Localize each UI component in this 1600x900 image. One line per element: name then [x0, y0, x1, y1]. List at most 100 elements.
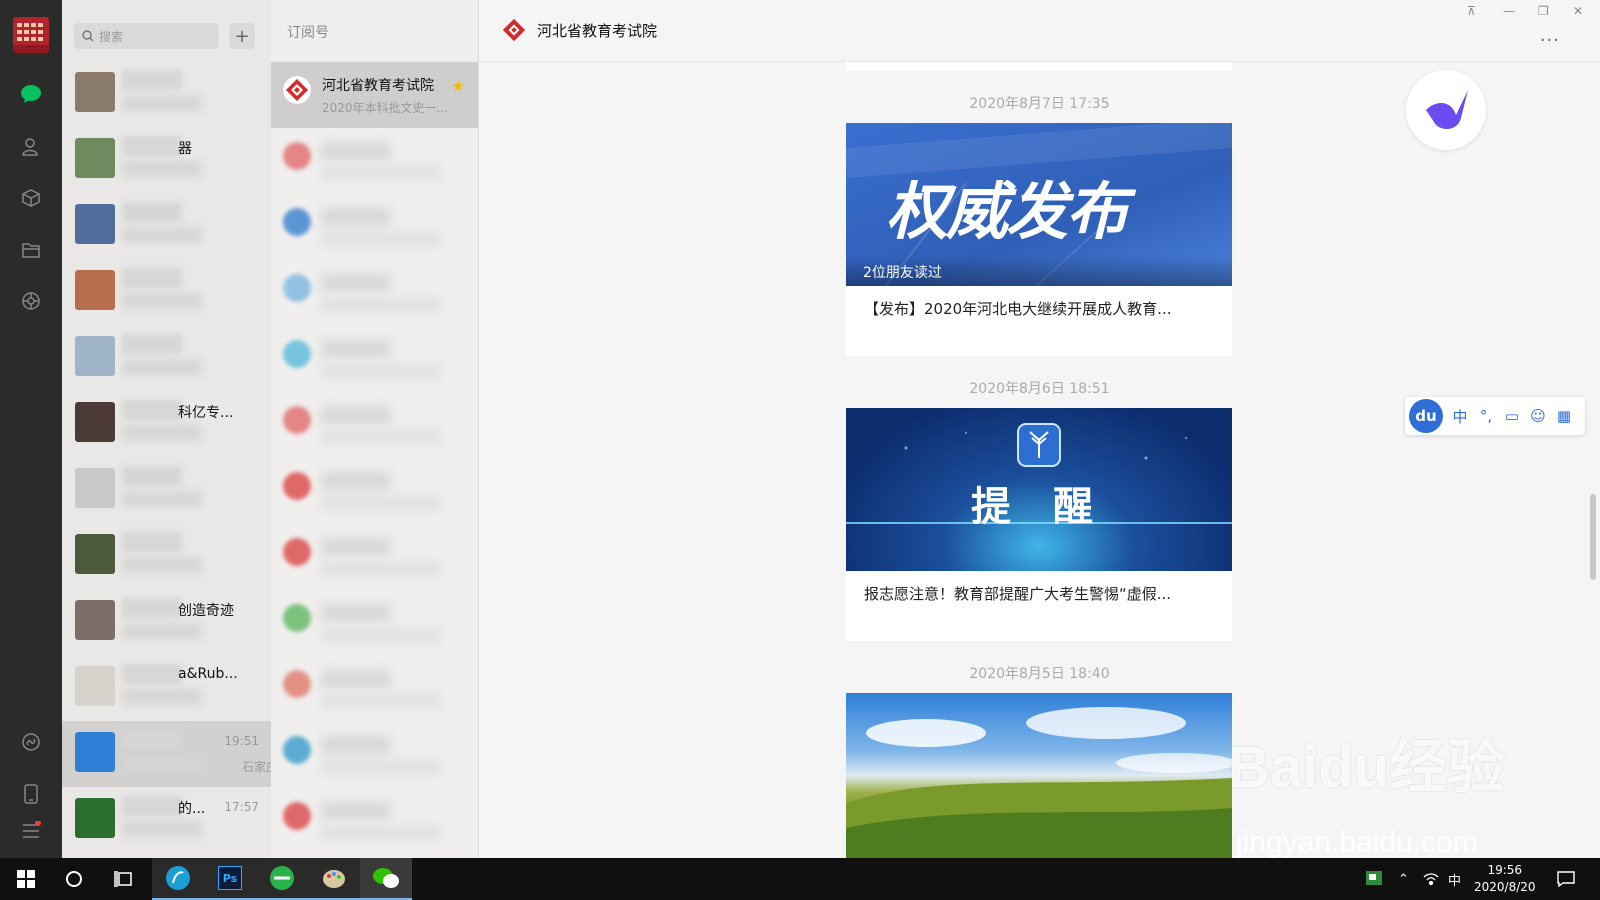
chat-list-item[interactable]	[62, 61, 271, 127]
menu-icon[interactable]	[19, 818, 43, 842]
subscription-item[interactable]	[271, 722, 478, 788]
article-banner-landscape	[846, 693, 1232, 858]
moments-icon[interactable]	[19, 289, 43, 313]
keyboard-button[interactable]: ▭	[1503, 407, 1521, 425]
redacted-name	[122, 136, 182, 156]
redacted-name	[122, 202, 182, 222]
clock[interactable]: 19:56 2020/8/20	[1474, 862, 1536, 896]
redacted-preview	[122, 359, 202, 375]
chat-list-item[interactable]: 19:51 石家庄...	[62, 721, 271, 787]
taskbar-app-photoshop[interactable]: Ps	[204, 858, 256, 900]
conversation-title: 河北省教育考试院	[537, 22, 658, 40]
chat-list-item[interactable]: 科亿专...	[62, 391, 271, 457]
contact-avatar	[75, 270, 115, 310]
article-card[interactable]	[846, 693, 1232, 858]
redacted-name	[321, 736, 391, 754]
photoshop-icon: Ps	[218, 866, 242, 890]
show-hidden-icons-button[interactable]: ⌃	[1398, 858, 1409, 900]
punctuation-button[interactable]: °,	[1477, 407, 1495, 425]
redacted-name	[321, 538, 391, 556]
contact-avatar	[75, 72, 115, 112]
scrollbar[interactable]	[1590, 494, 1596, 580]
chat-list-item[interactable]: 器	[62, 127, 271, 193]
redacted-preview	[122, 755, 202, 771]
conversation-header: 河北省教育考试院 ⊼ — ❐ ✕ ···	[479, 0, 1600, 62]
chat-list-item[interactable]: 创造奇迹	[62, 589, 271, 655]
subscription-logo-icon	[283, 472, 311, 500]
chat-list-item[interactable]: 的... 17:57	[62, 787, 271, 853]
redacted-name	[321, 208, 391, 226]
notification-button[interactable]	[1557, 858, 1575, 900]
tray-app-icon[interactable]	[1366, 858, 1382, 900]
subscription-item-active[interactable]: 河北省教育考试院 2020年本科批文史一... ★	[271, 62, 478, 128]
clock-time: 19:56	[1487, 863, 1523, 877]
subscription-item[interactable]	[271, 194, 478, 260]
ime-indicator[interactable]: 中	[1448, 858, 1461, 900]
contact-avatar	[75, 468, 115, 508]
subscription-logo-icon	[283, 670, 311, 698]
subscription-logo-icon	[283, 406, 311, 434]
subscription-item[interactable]	[271, 458, 478, 524]
start-button[interactable]	[0, 858, 52, 900]
toolbox-button[interactable]: ▦	[1555, 407, 1573, 425]
skin-button[interactable]: ☺	[1529, 407, 1547, 425]
close-icon[interactable]: ✕	[1573, 4, 1583, 18]
chat-list-item[interactable]	[62, 325, 271, 391]
browser-icon	[166, 866, 190, 890]
chat-list-item[interactable]	[62, 523, 271, 589]
subscription-item[interactable]	[271, 326, 478, 392]
subscription-item[interactable]	[271, 128, 478, 194]
subscription-item[interactable]	[271, 524, 478, 590]
more-options-button[interactable]: ···	[1540, 30, 1560, 51]
paint-icon	[323, 870, 345, 888]
chat-icon[interactable]	[19, 82, 43, 106]
article-card[interactable]: 提 醒 报志愿注意！教育部提醒广大考生警惕“虚假...	[846, 408, 1232, 641]
search-input[interactable]: 搜索	[74, 23, 219, 49]
taskbar-app-browser[interactable]	[152, 858, 204, 900]
chat-list-item[interactable]: a&Rub...	[62, 655, 271, 721]
mini-program-icon[interactable]	[19, 730, 43, 754]
du-logo-button[interactable]: du	[1409, 399, 1443, 433]
contact-avatar	[75, 402, 115, 442]
ime-chinese-button[interactable]: 中	[1451, 406, 1469, 427]
files-icon[interactable]	[19, 238, 43, 262]
taskbar-app-paint[interactable]	[308, 858, 360, 900]
redacted-name	[122, 400, 182, 420]
redacted-preview	[321, 562, 441, 576]
network-icon[interactable]	[1423, 858, 1439, 900]
minimize-icon[interactable]: —	[1503, 4, 1515, 18]
subscription-name: 河北省教育考试院	[322, 78, 434, 94]
article-card[interactable]: 权威发布 2位朋友读过 【发布】2020年河北电大继续开展成人教育...	[846, 123, 1232, 356]
subscription-item[interactable]	[271, 392, 478, 458]
my-avatar[interactable]	[13, 17, 49, 53]
pin-icon[interactable]: ⊼	[1467, 4, 1476, 18]
chat-list-item[interactable]	[62, 259, 271, 325]
search-taskbar-button[interactable]	[48, 858, 100, 900]
redacted-name	[321, 472, 391, 490]
redacted-preview	[321, 694, 441, 708]
chat-list-item[interactable]	[62, 457, 271, 523]
subscription-logo-icon	[283, 274, 311, 302]
subscription-item[interactable]	[271, 260, 478, 326]
restore-icon[interactable]: ❐	[1538, 4, 1549, 18]
chat-list-item[interactable]	[62, 193, 271, 259]
taskbar-app-360[interactable]	[256, 858, 308, 900]
add-button[interactable]: +	[229, 23, 255, 49]
green-browser-icon	[270, 866, 294, 890]
taskbar-app-wechat[interactable]	[360, 858, 412, 900]
article-banner: 提 醒	[846, 408, 1232, 571]
favorites-icon[interactable]	[19, 186, 43, 210]
subscription-logo-icon	[283, 208, 311, 236]
windows-taskbar: Ps ⌃ 中 19:56 2020/8/20	[0, 858, 1600, 900]
subscription-item[interactable]	[271, 788, 478, 854]
subscription-item[interactable]	[271, 590, 478, 656]
task-view-button[interactable]	[98, 858, 150, 900]
redacted-preview	[122, 689, 202, 705]
subscription-item[interactable]	[271, 656, 478, 722]
phone-icon[interactable]	[19, 782, 43, 806]
redacted-name	[122, 796, 182, 816]
redacted-name	[321, 670, 391, 688]
contacts-icon[interactable]	[19, 135, 43, 159]
bird-widget[interactable]	[1406, 70, 1486, 150]
redacted-name	[122, 664, 182, 684]
